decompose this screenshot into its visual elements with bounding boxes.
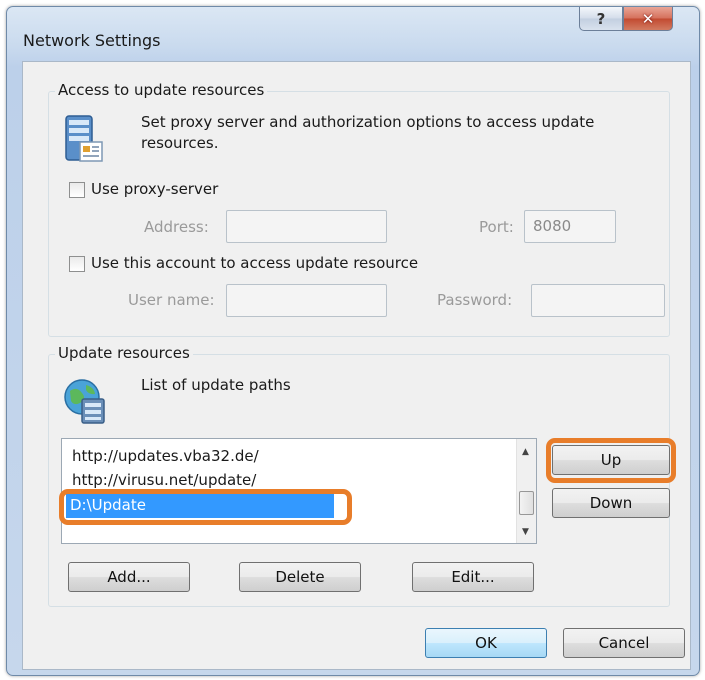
list-item[interactable]: http://updates.vba32.de/	[72, 447, 259, 465]
up-button[interactable]: Up	[552, 445, 670, 475]
port-field[interactable]: 8080	[524, 210, 616, 243]
use-proxy-label[interactable]: Use proxy-server	[91, 180, 218, 198]
access-description: Set proxy server and authorization optio…	[141, 113, 595, 152]
scroll-thumb[interactable]	[519, 491, 534, 515]
help-icon: ?	[596, 9, 606, 28]
update-paths-list[interactable]: http://updates.vba32.de/ http://virusu.n…	[61, 438, 537, 544]
password-field[interactable]	[531, 284, 665, 317]
close-button[interactable]: ✕	[623, 7, 673, 31]
access-group: Access to update resources Set proxy ser…	[48, 81, 670, 337]
use-account-label[interactable]: Use this account to access update resour…	[91, 254, 418, 272]
help-button[interactable]: ?	[579, 7, 623, 31]
add-button[interactable]: Add...	[68, 562, 190, 592]
use-account-checkbox[interactable]	[69, 256, 85, 272]
access-group-legend: Access to update resources	[55, 81, 268, 99]
username-field[interactable]	[226, 284, 387, 317]
list-item[interactable]: http://virusu.net/update/	[72, 471, 256, 489]
dialog-body: Access to update resources Set proxy ser…	[22, 61, 691, 670]
list-scrollbar[interactable]: ▲ ▼	[516, 439, 536, 543]
server-settings-icon	[62, 114, 104, 164]
network-settings-dialog: Network Settings ? ✕ Access to update re…	[6, 6, 700, 676]
delete-button[interactable]: Delete	[239, 562, 361, 592]
password-label: Password:	[437, 291, 513, 309]
address-label: Address:	[144, 218, 209, 236]
scroll-down-icon[interactable]: ▼	[522, 527, 529, 537]
update-group-legend: Update resources	[55, 344, 193, 362]
address-field[interactable]	[226, 210, 387, 243]
edit-button[interactable]: Edit...	[412, 562, 534, 592]
close-icon: ✕	[641, 9, 655, 28]
use-proxy-checkbox[interactable]	[69, 182, 85, 198]
ok-button[interactable]: OK	[425, 628, 547, 658]
cancel-button[interactable]: Cancel	[563, 628, 685, 658]
scroll-up-icon[interactable]: ▲	[522, 447, 529, 457]
down-button[interactable]: Down	[552, 488, 670, 518]
username-label: User name:	[128, 291, 215, 309]
list-item-selected[interactable]: D:\Update	[66, 494, 334, 518]
update-description: List of update paths	[141, 376, 291, 394]
globe-server-icon	[62, 375, 108, 425]
dialog-title: Network Settings	[23, 31, 161, 50]
update-group: Update resources List of update paths ht…	[48, 344, 676, 607]
port-label: Port:	[479, 218, 514, 236]
